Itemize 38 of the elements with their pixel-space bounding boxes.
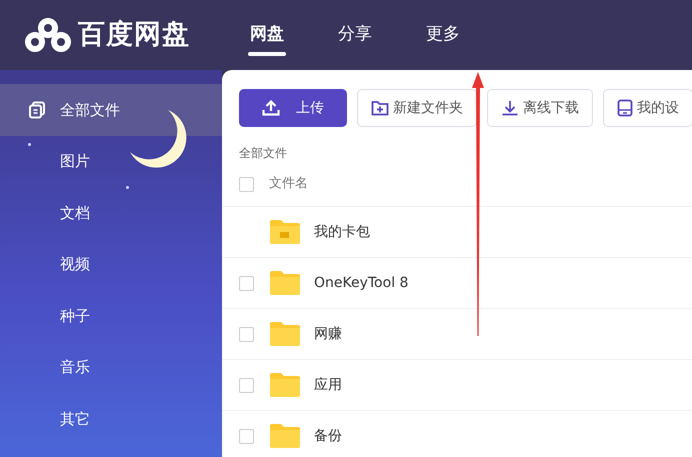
cloud-logo-icon bbox=[24, 17, 72, 53]
upload-button[interactable]: 上传 bbox=[239, 89, 347, 127]
file-name[interactable]: 我的卡包 bbox=[314, 222, 370, 242]
toolbar-button[interactable]: 新建文件夹 bbox=[357, 89, 477, 127]
file-name[interactable]: OneKeyTool 8 bbox=[314, 272, 408, 294]
checkbox[interactable] bbox=[239, 428, 254, 444]
nav-tab[interactable]: 分享 bbox=[338, 22, 372, 56]
nav-tab[interactable]: 网盘 bbox=[250, 22, 284, 56]
breadcrumb[interactable]: 全部文件 bbox=[239, 144, 692, 162]
toolbar-button[interactable]: 我的设 bbox=[603, 89, 692, 127]
upload-icon bbox=[262, 100, 280, 116]
sidebar-item[interactable]: 其它 bbox=[0, 393, 222, 444]
folder-icon bbox=[270, 271, 300, 295]
checkbox[interactable] bbox=[239, 176, 254, 192]
logo-text: 百度网盘 bbox=[78, 18, 190, 52]
nav-tab[interactable]: 更多 bbox=[426, 22, 460, 56]
folder-icon bbox=[270, 424, 300, 448]
sidebar-item[interactable]: 全部文件 bbox=[0, 84, 222, 136]
column-header[interactable]: 文件名 bbox=[269, 174, 308, 194]
device-icon bbox=[617, 99, 633, 117]
checkbox[interactable] bbox=[239, 326, 254, 342]
sidebar-item[interactable]: 图片 bbox=[0, 136, 222, 187]
folder-plus-icon bbox=[371, 100, 389, 116]
sidebar-item[interactable]: 种子 bbox=[0, 290, 222, 342]
checkbox[interactable] bbox=[239, 276, 254, 290]
sidebar-item[interactable]: 音乐 bbox=[0, 342, 222, 393]
folder-icon bbox=[270, 322, 300, 346]
file-name[interactable]: 备份 bbox=[314, 426, 342, 446]
files-icon bbox=[28, 100, 46, 119]
file-name[interactable]: 网赚 bbox=[314, 324, 342, 344]
sidebar-item[interactable]: 视频 bbox=[0, 238, 222, 290]
download-icon bbox=[501, 100, 519, 116]
checkbox[interactable] bbox=[239, 378, 254, 392]
folder-icon bbox=[270, 373, 300, 397]
sidebar-item[interactable]: 文档 bbox=[0, 187, 222, 238]
toolbar-button[interactable]: 离线下载 bbox=[487, 89, 593, 127]
file-name[interactable]: 应用 bbox=[314, 374, 342, 396]
folder-icon bbox=[270, 220, 300, 244]
